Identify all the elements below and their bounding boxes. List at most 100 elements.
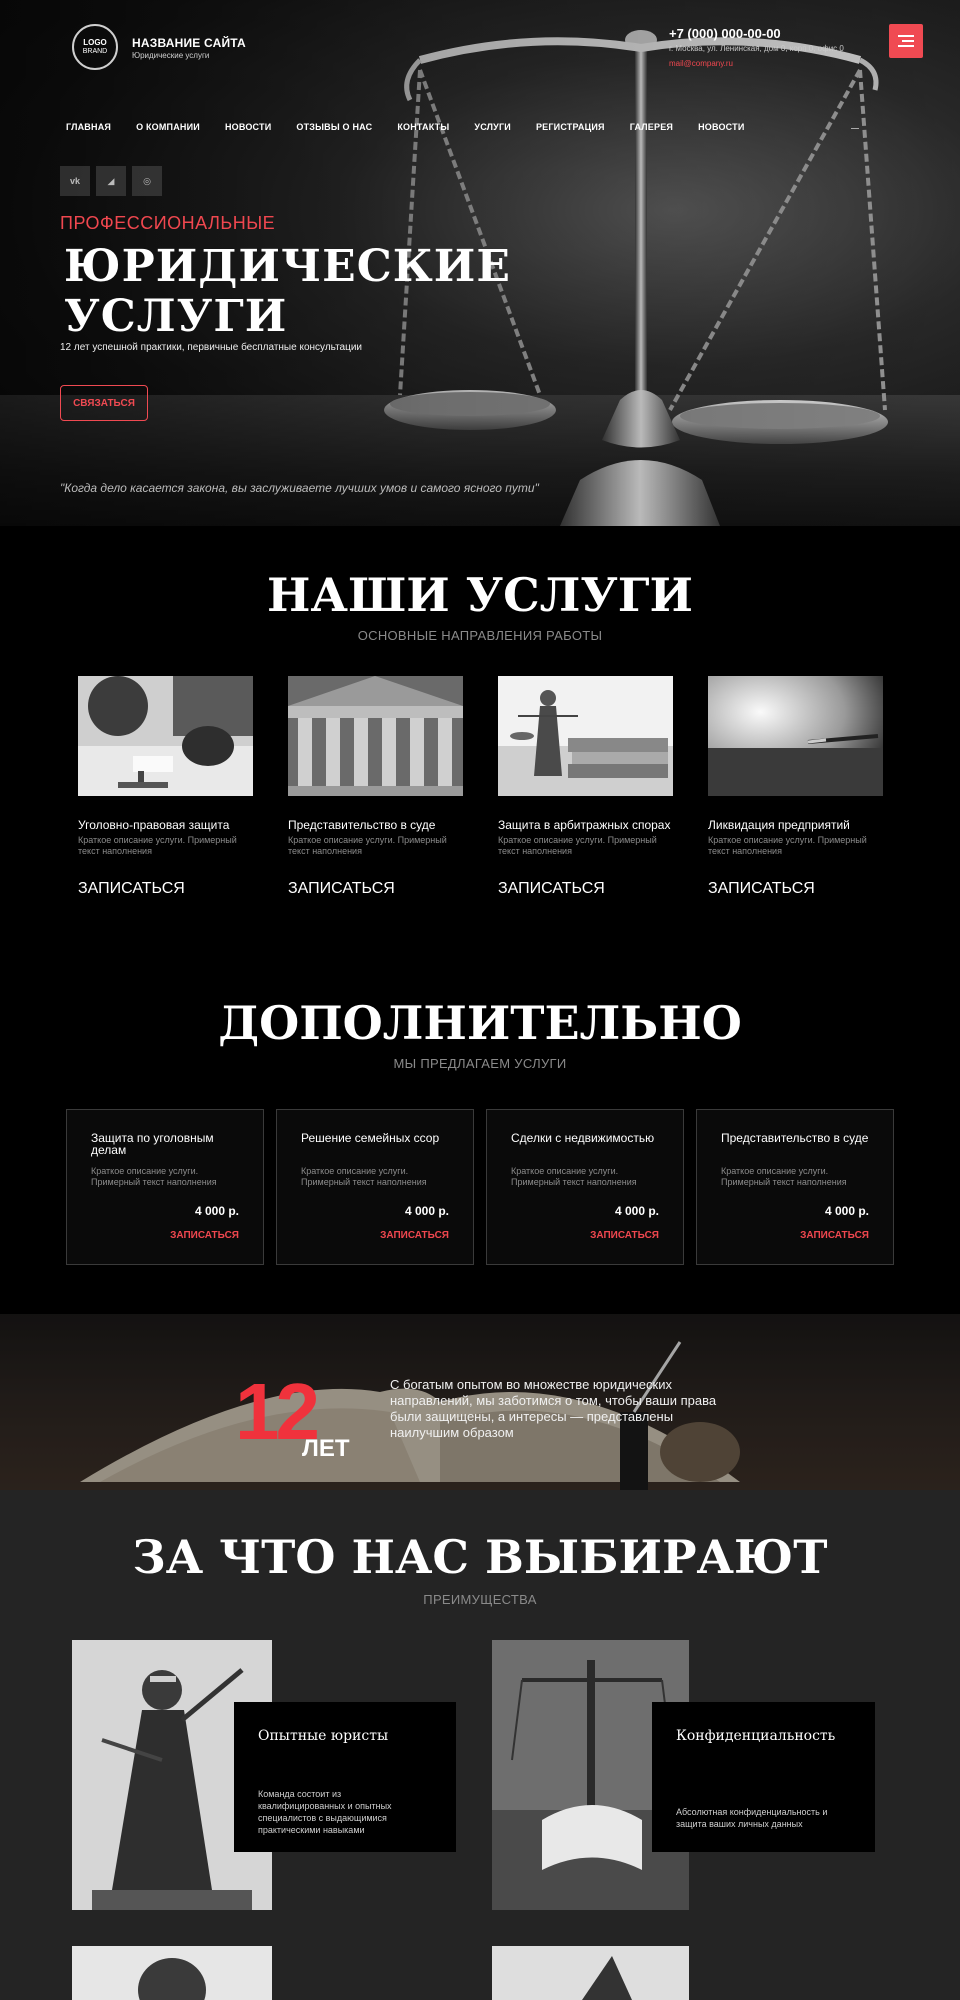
phone-number[interactable]: +7 (000) 000-00-00	[669, 26, 781, 41]
why-us-section: ЗА ЧТО НАС ВЫБИРАЮТ ПРЕИМУЩЕСТВА Опытные…	[0, 1490, 960, 2000]
price-card-signup-link[interactable]: ЗАПИСАТЬСЯ	[170, 1230, 239, 1241]
telegram-button[interactable]: ◢	[96, 166, 126, 196]
extra-title: ДОПОЛНИТЕЛЬНО	[218, 996, 742, 1050]
service-card[interactable]: Защита в арбитражных спорах Краткое опис…	[498, 676, 673, 857]
why-title: ЗА ЧТО НАС ВЫБИРАЮТ	[132, 1530, 828, 1584]
why-photo	[138, 1958, 206, 2000]
years-unit: ЛЕТ	[302, 1435, 350, 1462]
address: г. Москва, ул. Ленинская, дом 0, корп 0,…	[669, 44, 844, 53]
logo-brand-text: BRAND	[82, 48, 108, 55]
email-link[interactable]: mail@company.ru	[669, 59, 733, 68]
service-signup-link[interactable]: ЗАПИСАТЬСЯ	[708, 880, 815, 898]
price-card-price: 4 000 р.	[614, 1204, 659, 1218]
price-card-signup-link[interactable]: ЗАПИСАТЬСЯ	[380, 1230, 449, 1241]
service-description: Краткое описание услуги. Примерный текст…	[288, 835, 447, 856]
nav-item-news[interactable]: НОВОСТИ	[225, 122, 271, 132]
advantage-description: Абсолютная конфиденциальность и защита в…	[676, 1807, 828, 1829]
service-description: Краткое описание услуги. Примерный текст…	[78, 835, 237, 856]
service-description: Краткое описание услуги. Примерный текст…	[498, 835, 657, 856]
service-photo	[708, 676, 883, 796]
nav-item-home[interactable]: ГЛАВНАЯ	[66, 122, 111, 132]
price-card: Представительство в суде Краткое описани…	[696, 1109, 894, 1265]
service-description: Краткое описание услуги. Примерный текст…	[708, 835, 867, 856]
service-image-consultation	[78, 676, 253, 796]
nav-more-indicator[interactable]	[851, 128, 859, 129]
service-title: Представительство в суде	[288, 818, 436, 832]
advantage-image	[72, 1946, 272, 2000]
vk-button[interactable]: vk	[60, 166, 90, 196]
advantage-description: Команда состоит из квалифицированных и о…	[258, 1789, 392, 1835]
nav-item-news-2[interactable]: НОВОСТИ	[698, 122, 744, 132]
experience-banner: 12 ЛЕТ С богатым опытом во множестве юри…	[0, 1314, 960, 1490]
advantage-image	[492, 1946, 689, 2000]
hero-headline-line1: ЮРИДИЧЕСКИЕ	[64, 241, 511, 292]
service-title: Ликвидация предприятий	[708, 818, 850, 832]
extra-services-section: ДОПОЛНИТЕЛЬНО МЫ ПРЕДЛАГАЕМ УСЛУГИ Защит…	[0, 946, 960, 1314]
price-card-description: Краткое описание услуги. Примерный текст…	[301, 1166, 427, 1187]
hamburger-icon-line	[898, 45, 914, 47]
menu-button[interactable]	[889, 24, 923, 58]
price-card: Решение семейных ссор Краткое описание у…	[276, 1109, 474, 1265]
price-card-price: 4 000 р.	[404, 1204, 449, 1218]
services-title: НАШИ УСЛУГИ	[267, 568, 693, 622]
nav-item-services[interactable]: УСЛУГИ	[474, 122, 511, 132]
price-card-price: 4 000 р.	[824, 1204, 869, 1218]
services-subtitle: ОСНОВНЫЕ НАПРАВЛЕНИЯ РАБОТЫ	[357, 628, 603, 643]
services-section: НАШИ УСЛУГИ ОСНОВНЫЕ НАПРАВЛЕНИЯ РАБОТЫ …	[0, 526, 960, 946]
contact-button[interactable]: СВЯЗАТЬСЯ	[60, 385, 148, 421]
site-name[interactable]: НАЗВАНИЕ САЙТА	[132, 36, 246, 50]
price-card-signup-link[interactable]: ЗАПИСАТЬСЯ	[800, 1230, 869, 1241]
advantage-title: Опытные юристы	[258, 1728, 389, 1744]
logo[interactable]: LOGO BRAND	[72, 24, 118, 70]
nav-item-registration[interactable]: РЕГИСТРАЦИЯ	[536, 122, 605, 132]
instagram-button[interactable]: ◎	[132, 166, 162, 196]
service-photo	[498, 676, 673, 796]
service-card[interactable]: Представительство в суде Краткое описани…	[288, 676, 463, 857]
service-title: Защита в арбитражных спорах	[498, 818, 671, 832]
vk-icon: vk	[69, 176, 80, 186]
service-image-courthouse	[288, 676, 463, 796]
price-card-price: 4 000 р.	[194, 1204, 239, 1218]
hamburger-icon	[898, 35, 914, 37]
price-card: Сделки с недвижимостью Краткое описание …	[486, 1109, 684, 1265]
hamburger-icon-line	[902, 40, 914, 42]
service-signup-link[interactable]: ЗАПИСАТЬСЯ	[78, 880, 185, 898]
service-image-themis-books	[498, 676, 673, 796]
hero-kicker: ПРОФЕССИОНАЛЬНЫЕ	[60, 213, 276, 233]
price-card-title: Решение семейных ссор	[301, 1131, 440, 1145]
advantage-card: Конфиденциальность Абсолютная конфиденци…	[652, 1702, 875, 1852]
hero-tagline: 12 лет успешной практики, первичные бесп…	[60, 342, 363, 353]
service-card[interactable]: Ликвидация предприятий Краткое описание …	[708, 676, 883, 857]
service-signup-link[interactable]: ЗАПИСАТЬСЯ	[498, 880, 605, 898]
instagram-icon: ◎	[143, 175, 151, 186]
nav-item-gallery[interactable]: ГАЛЕРЕЯ	[630, 122, 673, 132]
site-subtitle: Юридические услуги	[132, 51, 210, 60]
main-nav: ГЛАВНАЯ О КОМПАНИИ НОВОСТИ ОТЗЫВЫ О НАС …	[66, 122, 745, 132]
price-card: Защита по уголовным делам Краткое описан…	[66, 1109, 264, 1265]
price-card-title: Представительство в суде	[721, 1131, 869, 1145]
why-subtitle: ПРЕИМУЩЕСТВА	[423, 1592, 537, 1607]
nav-item-reviews[interactable]: ОТЗЫВЫ О НАС	[296, 122, 372, 132]
service-signup-link[interactable]: ЗАПИСАТЬСЯ	[288, 880, 395, 898]
service-photo	[78, 676, 253, 796]
service-photo	[288, 676, 463, 796]
why-photo	[582, 1956, 632, 2000]
price-card-description: Краткое описание услуги. Примерный текст…	[721, 1166, 847, 1187]
price-card-description: Краткое описание услуги. Примерный текст…	[511, 1166, 637, 1187]
telegram-icon: ◢	[107, 175, 115, 186]
price-card-signup-link[interactable]: ЗАПИСАТЬСЯ	[590, 1230, 659, 1241]
service-card[interactable]: Уголовно-правовая защита Краткое описани…	[78, 676, 253, 857]
price-card-description: Краткое описание услуги. Примерный текст…	[91, 1166, 217, 1187]
nav-item-about[interactable]: О КОМПАНИИ	[136, 122, 200, 132]
nav-item-contacts[interactable]: КОНТАКТЫ	[397, 122, 449, 132]
extra-subtitle: МЫ ПРЕДЛАГАЕМ УСЛУГИ	[393, 1056, 567, 1071]
hero-headline: ЮРИДИЧЕСКИЕ УСЛУГИ	[64, 242, 511, 342]
price-card-title: Защита по уголовным делам	[91, 1131, 214, 1157]
logo-text: LOGO	[83, 38, 107, 47]
service-title: Уголовно-правовая защита	[78, 818, 230, 832]
price-card-title: Сделки с недвижимостью	[511, 1131, 655, 1145]
hero-headline-line2: УСЛУГИ	[64, 291, 288, 342]
experience-text: С богатым опытом во множестве юридически…	[390, 1377, 717, 1440]
hero-quote: "Когда дело касается закона, вы заслужив…	[60, 481, 539, 495]
advantage-title: Конфиденциальность	[676, 1728, 836, 1744]
